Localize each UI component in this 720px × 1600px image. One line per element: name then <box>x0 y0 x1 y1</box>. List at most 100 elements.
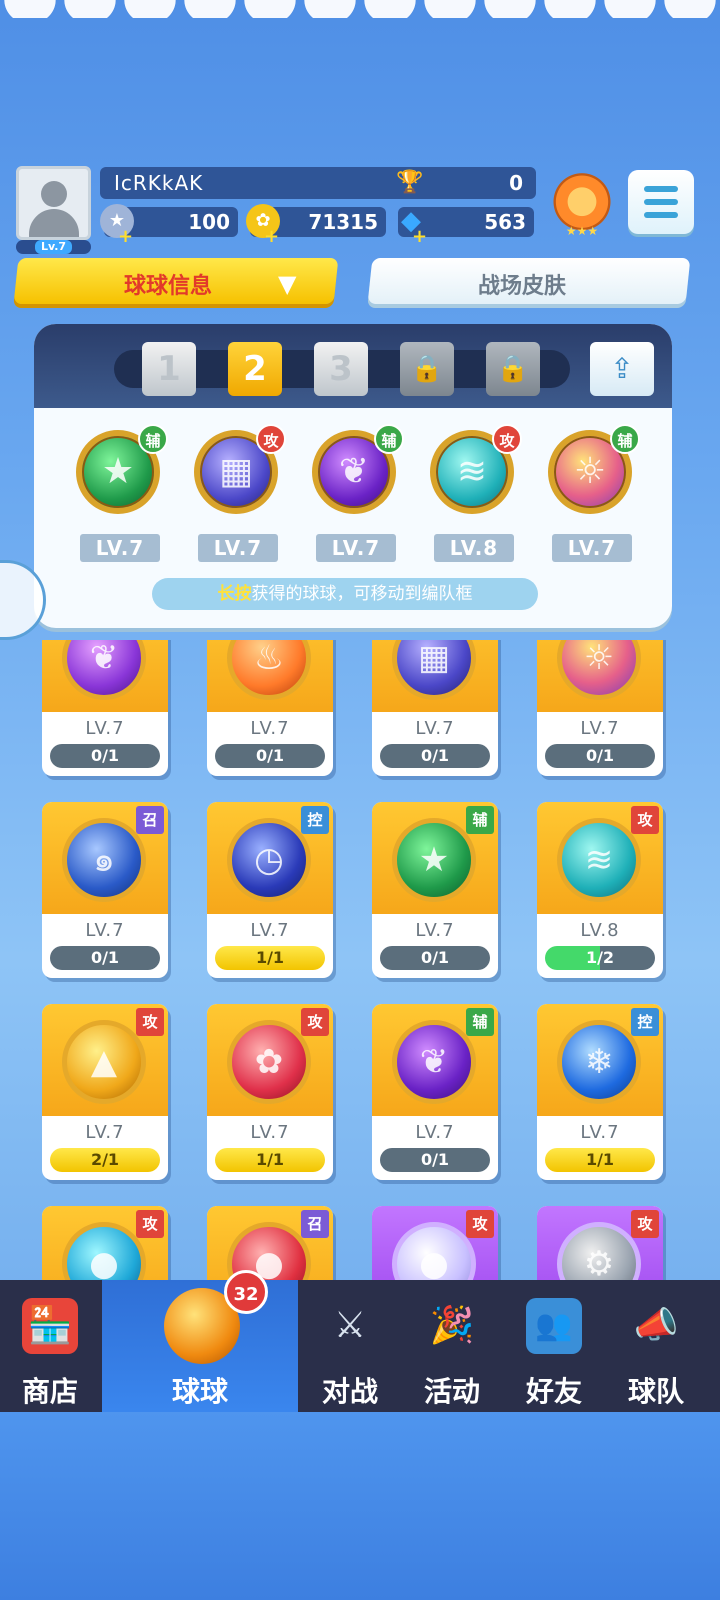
menu-line-icon <box>644 186 678 192</box>
party-popper-icon: 🎉 <box>429 1305 475 1346</box>
card-level: LV.7 <box>250 920 290 941</box>
gem-icon: ◆ + <box>394 204 428 247</box>
drag-hint: 长按获得的球球，可移动到编队框 <box>152 578 538 610</box>
ball-card[interactable]: ▲ 攻 LV.7 2/1 <box>42 1004 168 1180</box>
nav-balls-label: 球球 <box>171 1375 228 1408</box>
shop-icon: 🏪 <box>22 1298 78 1354</box>
support-tag: 辅 <box>138 424 168 454</box>
summon-tag: 召 <box>136 806 164 834</box>
gem-value: 563 <box>484 210 526 234</box>
attack-tag: 攻 <box>466 1210 494 1238</box>
crossed-swords-icon: ⚔ <box>333 1305 367 1346</box>
nav-team[interactable]: 📣 球队 <box>606 1280 706 1412</box>
team-ball-3[interactable]: ❦ 辅 <box>306 424 404 520</box>
coin-counter[interactable]: ✿ + 71315 <box>246 204 386 247</box>
stamina-value: 100 <box>188 210 230 234</box>
dropdown-arrow-icon[interactable]: ▼ <box>278 270 296 298</box>
card-count: 1/2 <box>545 946 655 970</box>
attack-tag: 攻 <box>631 1210 659 1238</box>
card-level: LV.7 <box>415 718 455 739</box>
nav-friends-label: 好友 <box>525 1375 582 1408</box>
ball-card[interactable]: ☼ LV.7 0/1 <box>537 640 663 776</box>
team-ball-4[interactable]: ≋ 攻 <box>424 424 522 520</box>
bottom-nav: 🏪 商店 32 球球 ⚔ 对战 🎉 活动 👥 好友 📣 球队 <box>0 1270 720 1412</box>
ball-card[interactable]: ❄ 控 LV.7 1/1 <box>537 1004 663 1180</box>
attack-tag: 攻 <box>492 424 522 454</box>
ball-card[interactable]: ● 攻 <box>42 1206 168 1280</box>
attack-tag: 攻 <box>136 1008 164 1036</box>
card-level: LV.7 <box>250 1122 290 1143</box>
ball-card[interactable]: ⚙ 攻 <box>537 1206 663 1280</box>
butterfly-ball-icon: ❦ <box>392 1020 476 1104</box>
card-level: LV.7 <box>580 718 620 739</box>
tab-battle-skin-label[interactable]: 战场皮肤 <box>478 268 566 300</box>
card-count: 0/1 <box>380 946 490 970</box>
attack-tag: 攻 <box>301 1008 329 1036</box>
card-count: 1/1 <box>215 946 325 970</box>
team-slot-2[interactable]: 2 <box>228 342 282 396</box>
nav-events[interactable]: 🎉 活动 <box>402 1280 502 1412</box>
team-ball-level: LV.7 <box>198 534 278 562</box>
player-level: Lv.7 <box>34 240 73 254</box>
tab-ball-info-label[interactable]: 球球信息 <box>124 268 212 300</box>
team-slot-1[interactable]: 1 <box>142 342 196 396</box>
ball-card[interactable]: ≋ 攻 LV.8 1/2 <box>537 802 663 978</box>
triangle-ball-icon: ▲ <box>62 1020 146 1104</box>
flower-ball-icon: ✿ <box>227 1020 311 1104</box>
ball-card[interactable]: ★ 辅 LV.7 0/1 <box>372 802 498 978</box>
whistle-icon: 📣 <box>633 1305 679 1346</box>
ball-card[interactable]: ✿ 攻 LV.7 1/1 <box>207 1004 333 1180</box>
ball-card[interactable]: ◷ 控 LV.7 1/1 <box>207 802 333 978</box>
lock-icon: 🔒 <box>410 354 444 384</box>
gem-counter[interactable]: ◆ + 563 <box>398 206 534 247</box>
team-ball-1[interactable]: ★ 辅 <box>70 424 168 520</box>
card-count: 0/1 <box>545 744 655 768</box>
lock-icon: 🔒 <box>496 354 530 384</box>
card-level: LV.7 <box>250 718 290 739</box>
menu-line-icon <box>644 212 678 218</box>
avatar[interactable] <box>16 166 91 240</box>
nav-shop-label: 商店 <box>21 1375 78 1408</box>
attack-tag: 攻 <box>256 424 286 454</box>
ball-card[interactable]: ● 召 <box>207 1206 333 1280</box>
star-ball-icon: ★ <box>392 818 476 902</box>
nav-shop[interactable]: 🏪 商店 <box>0 1280 100 1412</box>
team-ball-2[interactable]: ▦ 攻 <box>188 424 286 520</box>
summon-tag: 召 <box>301 1210 329 1238</box>
team-slot-3[interactable]: 3 <box>314 342 368 396</box>
support-tag: 辅 <box>610 424 640 454</box>
balls-count-badge: 32 <box>224 1270 268 1314</box>
share-icon: ⇪ <box>610 352 634 385</box>
bottom-background <box>0 1412 720 1600</box>
player-name-bar: IcRKkAK 🏆 0 <box>100 167 536 199</box>
card-level: LV.7 <box>580 1122 620 1143</box>
stamina-counter[interactable]: ★ + 100 <box>100 204 238 247</box>
card-count: 2/1 <box>50 1148 160 1172</box>
menu-button[interactable] <box>628 170 694 234</box>
plus-icon: + <box>264 226 280 247</box>
team-slot-locked-4[interactable]: 🔒 <box>400 342 454 396</box>
attack-tag: 攻 <box>631 806 659 834</box>
plus-icon: + <box>118 226 134 247</box>
team-ball-5[interactable]: ☼ 辅 <box>542 424 640 520</box>
nav-friends[interactable]: 👥 好友 <box>504 1280 604 1412</box>
clock-ball-icon: ◷ <box>227 818 311 902</box>
team-panel: 1 2 3 🔒 🔒 ⇪ ★ 辅 ▦ 攻 ❦ 辅 ≋ 攻 ☼ 辅 LV.7 LV.… <box>34 324 672 628</box>
ball-card[interactable]: ● 攻 <box>372 1206 498 1280</box>
support-tag: 辅 <box>374 424 404 454</box>
ball-card[interactable]: ๑ 召 LV.7 0/1 <box>42 802 168 978</box>
ball-card[interactable]: ❦ 辅 LV.7 0/1 <box>372 1004 498 1180</box>
rank-badge-icon[interactable]: ★★★ <box>552 172 612 238</box>
menu-line-icon <box>644 199 678 205</box>
team-slot-locked-5[interactable]: 🔒 <box>486 342 540 396</box>
nav-balls[interactable]: 32 球球 <box>102 1270 298 1412</box>
snowflake-ball-icon: ❄ <box>557 1020 641 1104</box>
ball-card[interactable]: ❦ LV.7 0/1 <box>42 640 168 776</box>
nav-battle[interactable]: ⚔ 对战 <box>300 1280 400 1412</box>
ball-card[interactable]: ♨ LV.7 0/1 <box>207 640 333 776</box>
player-name: IcRKkAK <box>114 171 204 195</box>
ball-card[interactable]: ▦ LV.7 0/1 <box>372 640 498 776</box>
team-ball-level: LV.7 <box>316 534 396 562</box>
card-count: 0/1 <box>50 744 160 768</box>
share-button[interactable]: ⇪ <box>590 342 654 396</box>
